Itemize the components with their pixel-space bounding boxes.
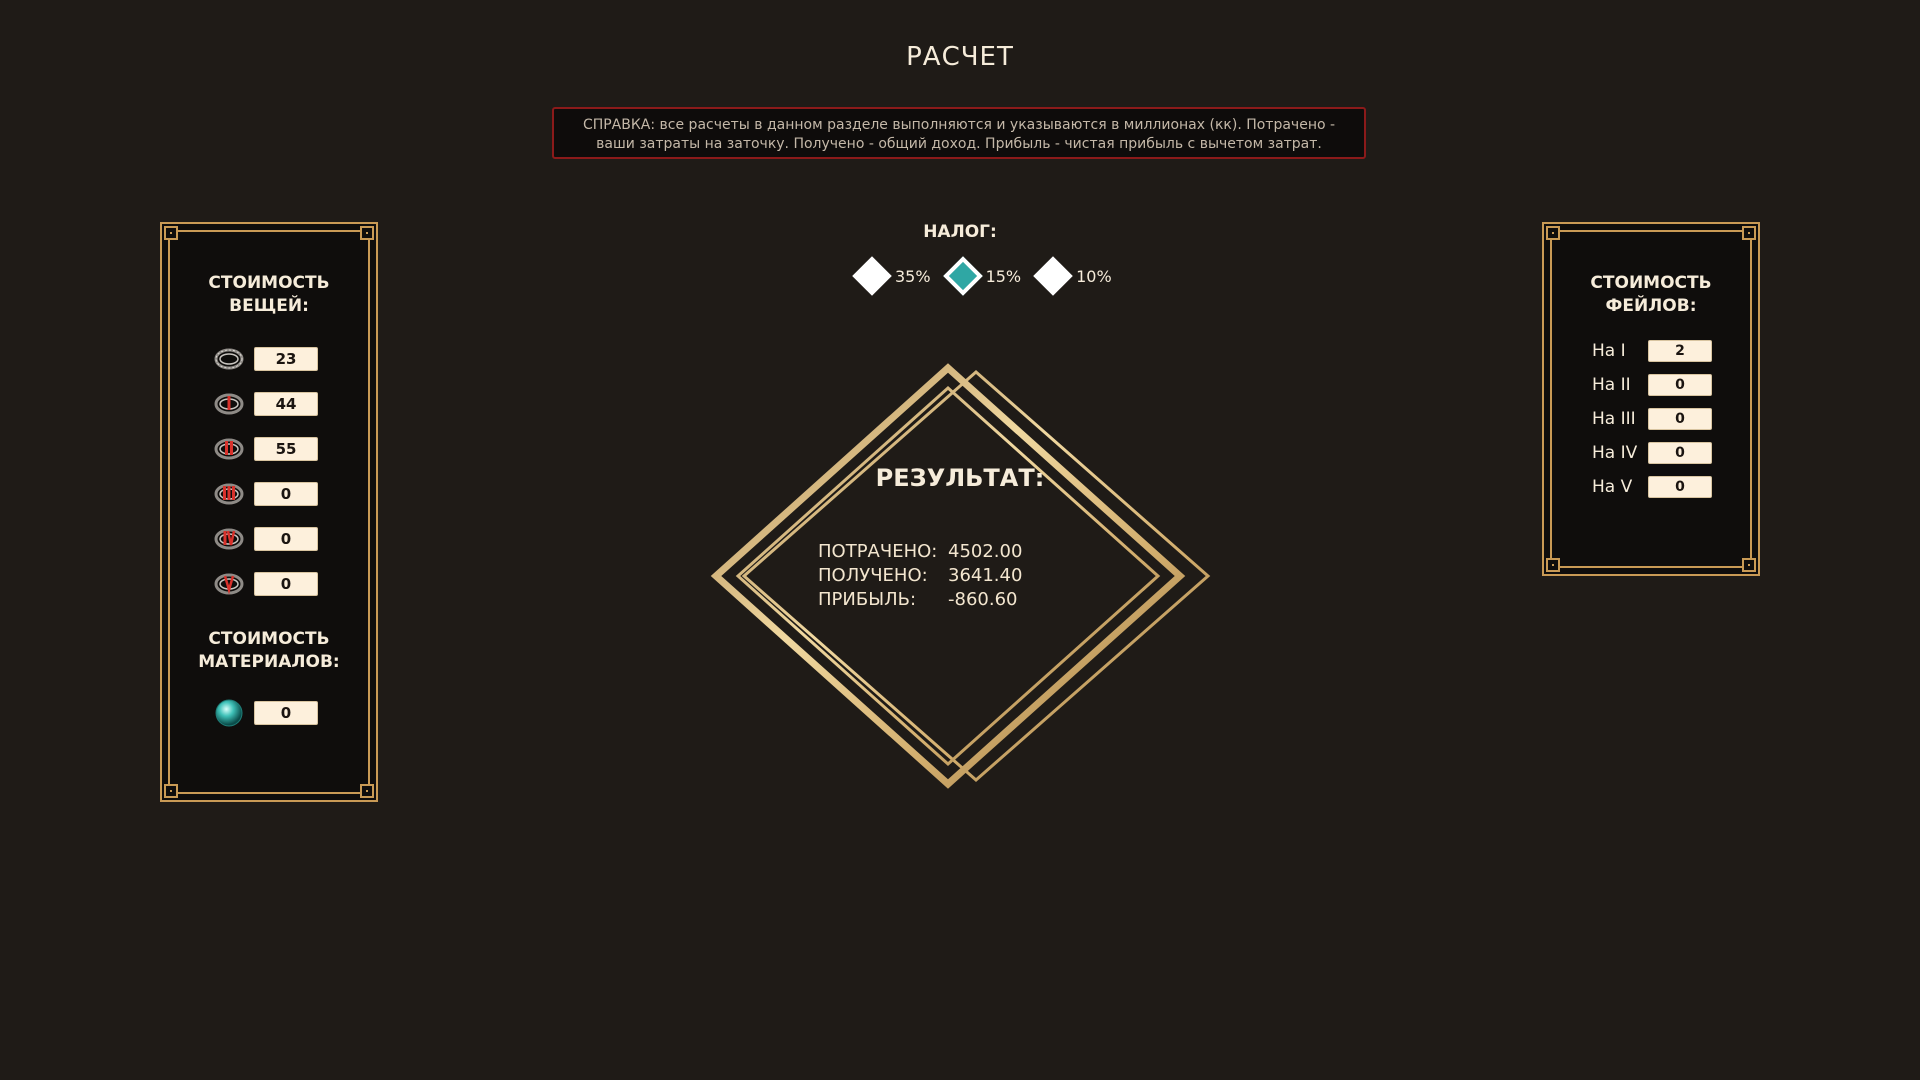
tax-radio-diamond[interactable] [1033, 256, 1073, 296]
frame-corner-ornament [1546, 558, 1560, 572]
profit-label: ПРИБЫЛЬ: [818, 589, 917, 610]
calculation-page: РАСЧЕТ СПРАВКА: все расчеты в данном раз… [0, 0, 1920, 1080]
tax-radio-diamond-selected[interactable] [942, 256, 983, 296]
frame-corner-ornament [1546, 226, 1560, 240]
item-cost-input-iv[interactable] [254, 527, 318, 551]
ring-base-icon [214, 347, 244, 371]
result-received-row: ПОЛУЧЕНО: 3641.40 [818, 564, 1022, 588]
tax-options: 35% 15% 10% [852, 256, 1124, 296]
fail-label: На I [1592, 341, 1626, 361]
received-value: 3641.40 [948, 565, 1023, 586]
tax-option-label: 15% [985, 266, 1022, 286]
tax-option-label: 35% [895, 266, 931, 286]
items-cost-panel: СТОИМОСТЬ ВЕЩЕЙ: 23 44 55 0 0 0 СТОИМОСТ… [160, 222, 378, 802]
fail-cost-input-i[interactable] [1648, 340, 1712, 362]
tax-option-15[interactable]: 15% [942, 256, 1022, 296]
tax-option-35[interactable]: 35% [852, 256, 931, 296]
item-row [214, 571, 318, 597]
tax-option-10[interactable]: 10% [1033, 256, 1112, 296]
tax-radio-diamond[interactable] [852, 256, 892, 296]
result-profit-row: ПРИБЫЛЬ: -860.60 [818, 588, 1022, 612]
material-row [214, 699, 318, 727]
fail-row: На II [1592, 373, 1712, 397]
frame-corner-ornament [164, 784, 178, 798]
item-row [214, 526, 318, 552]
frame-corner-ornament [360, 784, 374, 798]
ring-grade-i-icon [214, 392, 244, 416]
item-row [214, 436, 318, 462]
result-spent-row: ПОТРАЧЕНО: 4502.00 [818, 540, 1022, 564]
fails-cost-panel: СТОИМОСТЬ ФЕЙЛОВ: На I На II На III На I… [1542, 222, 1760, 576]
fails-cost-heading: СТОИМОСТЬ ФЕЙЛОВ: [1590, 273, 1712, 316]
material-cost-input[interactable] [254, 701, 318, 725]
fail-cost-input-iv[interactable] [1648, 442, 1712, 464]
profit-value: -860.60 [948, 589, 1018, 610]
ring-grade-iv-icon [214, 527, 244, 551]
item-row [214, 391, 318, 417]
fail-cost-input-ii[interactable] [1648, 374, 1712, 396]
item-cost-input-ii[interactable] [254, 437, 318, 461]
result-values: ПОТРАЧЕНО: 4502.00 ПОЛУЧЕНО: 3641.40 ПРИ… [818, 540, 1022, 612]
fail-row: На I [1592, 339, 1712, 363]
ring-grade-v-icon [214, 572, 244, 596]
materials-cost-heading: СТОИМОСТЬ МАТЕРИАЛОВ: [198, 629, 340, 672]
fail-label: На V [1592, 477, 1633, 497]
frame-corner-ornament [1742, 558, 1756, 572]
help-notice: СПРАВКА: все расчеты в данном разделе вы… [552, 107, 1366, 159]
fail-label: На II [1592, 375, 1631, 395]
fail-cost-input-v[interactable] [1648, 476, 1712, 498]
item-row [214, 346, 318, 372]
item-cost-input-v[interactable] [254, 572, 318, 596]
page-title: РАСЧЕТ [906, 42, 1014, 72]
tax-option-label: 10% [1076, 266, 1112, 286]
ring-grade-ii-icon [214, 437, 244, 461]
item-cost-input-i[interactable] [254, 392, 318, 416]
items-cost-heading: СТОИМОСТЬ ВЕЩЕЙ: [208, 273, 330, 316]
fail-row: На IV [1592, 441, 1712, 465]
received-label: ПОЛУЧЕНО: [818, 565, 928, 586]
frame-corner-ornament [1742, 226, 1756, 240]
fail-label: На III [1592, 409, 1636, 429]
spent-label: ПОТРАЧЕНО: [818, 541, 938, 562]
fail-row: На V [1592, 475, 1712, 499]
fail-label: На IV [1592, 443, 1638, 463]
spent-value: 4502.00 [948, 541, 1023, 562]
fail-row: На III [1592, 407, 1712, 431]
orb-icon [214, 699, 244, 727]
item-cost-input-base[interactable] [254, 347, 318, 371]
fail-cost-input-iii[interactable] [1648, 408, 1712, 430]
